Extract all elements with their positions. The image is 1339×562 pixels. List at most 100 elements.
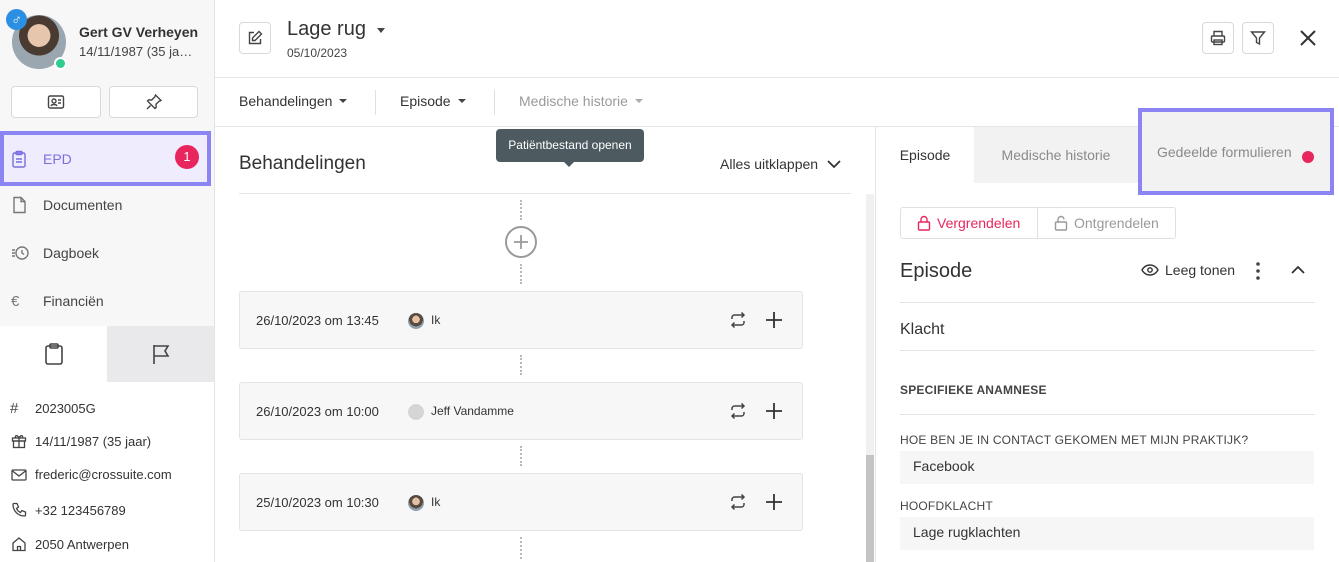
- gift-icon: [11, 435, 27, 449]
- filter-button[interactable]: [1242, 22, 1274, 54]
- edit-button[interactable]: [239, 22, 271, 54]
- repeat-icon[interactable]: [729, 493, 747, 511]
- timeline-connector: [520, 200, 522, 220]
- notification-badge: 1: [175, 145, 199, 169]
- plus-icon[interactable]: [764, 310, 784, 330]
- plus-icon[interactable]: [764, 492, 784, 512]
- treatment-card[interactable]: 26/10/2023 om 10:00 Jeff Vandamme: [239, 382, 803, 440]
- document-icon: [13, 196, 26, 214]
- sidebar-item-label: Dagboek: [43, 245, 100, 261]
- id-card-icon: [47, 95, 65, 109]
- mail-icon: [11, 468, 27, 481]
- unlock-label: Ontgrendelen: [1074, 215, 1159, 231]
- patient-birthdate: 14/11/1987 (35 jaar): [10, 433, 151, 449]
- sidebar-item-documenten[interactable]: Documenten: [0, 181, 215, 229]
- filter-medische-historie[interactable]: Medische historie: [519, 93, 644, 109]
- patient-email[interactable]: frederic@crossuite.com: [10, 467, 172, 482]
- euro-icon: €: [11, 292, 20, 310]
- caret-down-icon: [376, 27, 385, 33]
- info-text: 2050 Antwerpen: [35, 536, 129, 552]
- section-title: Behandelingen: [239, 153, 366, 174]
- field-label: HOOFDKLACHT: [900, 499, 993, 513]
- klacht-label: Klacht: [900, 321, 945, 338]
- phone-icon: [12, 502, 27, 517]
- tab-flag[interactable]: [107, 326, 214, 382]
- section-label: SPECIFIEKE ANAMNESE: [900, 383, 1047, 397]
- expand-label: Alles uitklappen: [720, 156, 819, 172]
- filter-episode[interactable]: Episode: [400, 93, 467, 109]
- divider: [375, 90, 376, 115]
- home-icon: [12, 537, 26, 552]
- unlock-button[interactable]: Ontgrendelen: [1038, 207, 1176, 239]
- print-button[interactable]: [1202, 22, 1234, 54]
- collapse-button[interactable]: [1290, 265, 1306, 275]
- divider: [900, 302, 1315, 303]
- show-empty-toggle[interactable]: Leeg tonen: [1141, 262, 1235, 278]
- timeline-connector: [520, 264, 522, 284]
- patient-phone[interactable]: +32 123456789: [10, 502, 126, 518]
- tab-clipboard[interactable]: [0, 326, 107, 382]
- more-options-button[interactable]: [1256, 262, 1260, 280]
- caret-down-icon: [634, 99, 643, 103]
- repeat-icon[interactable]: [729, 402, 747, 420]
- info-text: +32 123456789: [35, 502, 126, 518]
- notification-dot: [1302, 151, 1314, 163]
- pin-icon: [146, 93, 162, 110]
- sidebar-tabs: [0, 326, 214, 382]
- filter-behandelingen[interactable]: Behandelingen: [239, 93, 348, 109]
- add-treatment-button[interactable]: [505, 226, 537, 258]
- plus-icon[interactable]: [764, 401, 784, 421]
- sidebar-item-label: EPD: [43, 150, 72, 167]
- tab-medische-historie[interactable]: Medische historie: [974, 127, 1138, 183]
- lock-label: Vergrendelen: [937, 215, 1021, 231]
- sidebar-item-financien[interactable]: € Financiën: [0, 277, 215, 325]
- practitioner-avatar: [408, 495, 424, 511]
- patient-card-button[interactable]: [11, 86, 101, 118]
- practitioner-avatar: [408, 404, 424, 420]
- repeat-icon[interactable]: [729, 311, 747, 329]
- section-divider: [239, 193, 851, 194]
- info-text: frederic@crossuite.com: [35, 467, 172, 482]
- patient-address: 2050 Antwerpen: [10, 536, 129, 552]
- info-text: 14/11/1987 (35 jaar): [35, 433, 152, 449]
- practitioner-name: Jeff Vandamme: [431, 404, 514, 418]
- sidebar-item-label: Documenten: [43, 197, 123, 213]
- divider: [900, 350, 1315, 351]
- page-title[interactable]: Lage rug: [287, 18, 390, 41]
- field-value[interactable]: Facebook: [900, 451, 1314, 484]
- tab-episode[interactable]: Episode: [876, 127, 974, 183]
- clipboard-icon: [12, 150, 26, 168]
- sidebar: ♂ Gert GV Verheyen 14/11/1987 (35 ja… EP…: [0, 0, 215, 562]
- sidebar-item-dagboek[interactable]: Dagboek: [0, 229, 215, 277]
- sidebar-item-epd[interactable]: EPD 1: [0, 131, 211, 186]
- more-vertical-icon: [1256, 262, 1260, 280]
- close-button[interactable]: [1298, 28, 1318, 48]
- practitioner-avatar: [408, 313, 424, 329]
- plus-icon: [514, 235, 528, 249]
- status-indicator: [54, 57, 67, 70]
- timeline-connector: [520, 537, 522, 559]
- patient-dob: 14/11/1987 (35 ja…: [79, 44, 193, 59]
- expand-all-button[interactable]: Alles uitklappen: [720, 156, 842, 172]
- treatment-datetime: 26/10/2023 om 13:45: [256, 313, 379, 328]
- practitioner-name: Ik: [431, 313, 441, 327]
- info-text: 2023005G: [35, 401, 96, 416]
- tab-label: Gedeelde formulieren: [1157, 143, 1292, 160]
- show-empty-label: Leeg tonen: [1165, 262, 1236, 278]
- filter-label: Behandelingen: [239, 93, 333, 109]
- treatment-card[interactable]: 26/10/2023 om 13:45 Ik: [239, 291, 803, 349]
- pin-button[interactable]: [109, 86, 198, 118]
- practitioner-name: Ik: [431, 495, 441, 509]
- field-value[interactable]: Lage rugklachten: [900, 517, 1314, 550]
- close-icon: [1300, 30, 1316, 46]
- treatment-datetime: 26/10/2023 om 10:00: [256, 404, 379, 419]
- treatment-card[interactable]: 25/10/2023 om 10:30 Ik: [239, 473, 803, 531]
- title-text: Lage rug: [287, 18, 366, 40]
- patient-id: # 2023005G: [10, 400, 96, 417]
- tab-gedeelde-formulieren[interactable]: Gedeelde formulieren: [1138, 108, 1334, 195]
- lock-button[interactable]: Vergrendelen: [900, 207, 1038, 239]
- scrollbar-thumb[interactable]: [866, 455, 874, 562]
- lock-icon: [917, 215, 931, 231]
- caret-down-icon: [339, 99, 348, 103]
- filter-label: Medische historie: [519, 93, 628, 109]
